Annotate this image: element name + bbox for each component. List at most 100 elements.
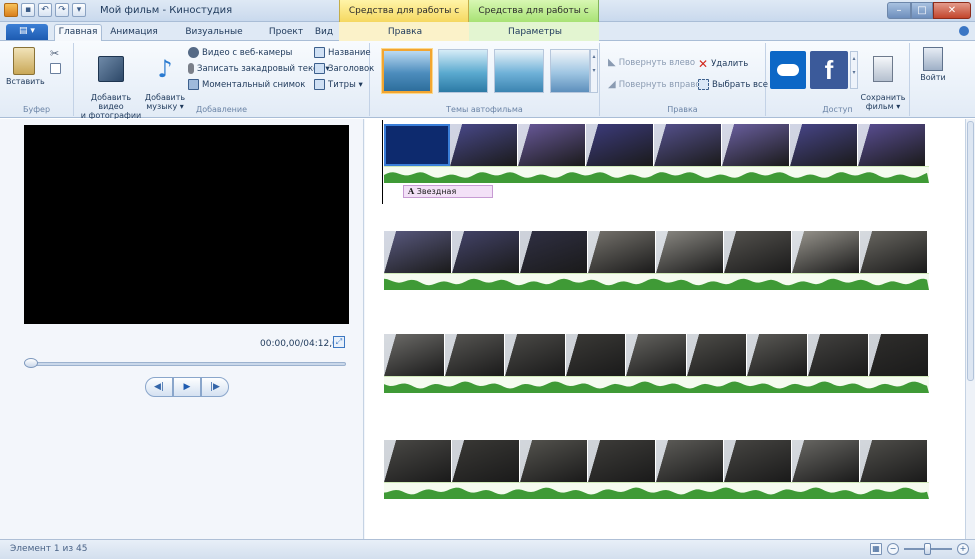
clip-thumbnail[interactable] (588, 231, 656, 273)
clip-thumbnail[interactable] (654, 124, 722, 166)
theme-thumbnail-2[interactable] (438, 49, 488, 93)
music-track[interactable] (384, 376, 929, 393)
tab-home[interactable]: Главная (54, 24, 102, 42)
clip-thumbnail[interactable] (384, 440, 452, 482)
zoom-in-icon[interactable]: + (957, 543, 969, 555)
scrollbar-thumb[interactable] (967, 121, 974, 381)
clip-thumbnail[interactable] (505, 334, 566, 376)
clip-thumbnail[interactable] (858, 124, 926, 166)
save-icon[interactable]: ▪ (21, 3, 35, 17)
minimize-button[interactable]: – (887, 2, 911, 19)
file-menu-button[interactable]: ▤ ▾ (6, 24, 48, 40)
rotate-left-button[interactable]: ◣ Повернуть влево (608, 57, 695, 68)
caption-clip[interactable]: A Звездная (403, 185, 493, 198)
delete-icon: ✕ (698, 57, 709, 71)
add-music-button[interactable]: ♪ Добавить музыку ▾ (144, 47, 186, 111)
gallery-more-button[interactable]: ▴ ▾ (590, 49, 598, 93)
clip-thumbnail[interactable] (444, 334, 506, 376)
redo-icon[interactable]: ↷ (55, 3, 69, 17)
clip-thumbnail[interactable] (868, 334, 930, 376)
clip-thumbnail[interactable] (626, 334, 687, 376)
clip-thumbnail[interactable] (518, 124, 586, 166)
theme-thumbnail-1[interactable] (382, 49, 432, 93)
theme-thumbnail-4[interactable] (550, 49, 590, 93)
app-icon[interactable] (4, 3, 18, 17)
clip-thumbnail[interactable] (520, 440, 588, 482)
clip-thumbnail[interactable] (452, 231, 520, 273)
music-track[interactable] (384, 166, 929, 183)
next-frame-button[interactable]: |▶ (201, 377, 229, 397)
seek-bar[interactable] (26, 362, 346, 366)
rotate-right-button[interactable]: ◢ Повернуть вправо (608, 79, 701, 90)
clip-thumbnail[interactable] (588, 440, 656, 482)
clip-thumbnail[interactable] (384, 231, 452, 273)
tab-options[interactable]: Параметры (500, 25, 570, 41)
zoom-out-icon[interactable]: − (887, 543, 899, 555)
snapshot-button[interactable]: Моментальный снимок (188, 79, 305, 90)
caption-label: Заголовок (328, 63, 375, 74)
clip-thumbnail[interactable] (452, 440, 520, 482)
preview-monitor[interactable] (24, 125, 349, 324)
delete-button[interactable]: ✕ Удалить (698, 57, 748, 71)
tab-view[interactable]: Вид (310, 25, 338, 41)
playhead[interactable] (382, 120, 383, 204)
share-onedrive-button[interactable] (770, 51, 806, 89)
clip-thumbnail[interactable] (860, 440, 928, 482)
clip-thumbnail[interactable] (724, 231, 792, 273)
group-add: Добавить видео и фотографии ♪ Добавить м… (74, 43, 374, 120)
maximize-button[interactable]: □ (911, 2, 933, 19)
paste-button[interactable]: Вставить (6, 47, 45, 86)
clip-thumbnail[interactable] (686, 334, 748, 376)
seek-thumb[interactable] (24, 358, 38, 368)
clip-thumbnail[interactable] (565, 334, 627, 376)
play-button[interactable]: ▶ (173, 377, 201, 397)
help-icon[interactable] (959, 26, 969, 36)
clip-thumbnail[interactable] (586, 124, 654, 166)
zoom-slider[interactable] (904, 543, 952, 555)
close-button[interactable]: ✕ (933, 2, 971, 19)
zoom-slider-thumb[interactable] (924, 543, 931, 555)
caption-button[interactable]: Заголовок (314, 63, 374, 74)
tab-project[interactable]: Проект (266, 25, 306, 41)
clip-thumbnail[interactable] (656, 231, 724, 273)
clip-thumbnail[interactable] (792, 440, 860, 482)
clip-thumbnail[interactable] (747, 334, 808, 376)
title-button[interactable]: Название (314, 47, 371, 58)
clip-thumbnail[interactable] (384, 124, 450, 166)
clip-thumbnail[interactable] (724, 440, 792, 482)
music-track[interactable] (384, 273, 929, 290)
webcam-video-button[interactable]: Видео с веб-камеры (188, 47, 292, 58)
tab-visual-effects[interactable]: Визуальные эффекты (166, 25, 262, 52)
music-track[interactable] (384, 482, 929, 499)
clip-thumbnail[interactable] (520, 231, 588, 273)
select-all-button[interactable]: Выбрать все (698, 79, 768, 90)
window-title: Мой фильм - Киностудия (100, 5, 233, 16)
tab-animation[interactable]: Анимация (106, 25, 162, 41)
snapshot-icon (188, 79, 199, 90)
theme-thumbnail-3[interactable] (494, 49, 544, 93)
share-facebook-button[interactable]: f (810, 51, 848, 89)
cut-button[interactable]: ✂ (50, 47, 59, 60)
share-more-button[interactable]: ▴ ▾ (850, 51, 858, 89)
clip-thumbnail[interactable] (722, 124, 790, 166)
clip-thumbnail[interactable] (656, 440, 724, 482)
record-narration-button[interactable]: Записать закадровый текст ▾ (188, 63, 330, 74)
sign-in-button[interactable]: Войти (916, 47, 950, 82)
select-all-icon (698, 79, 709, 90)
clip-thumbnail[interactable] (807, 334, 869, 376)
clip-thumbnail[interactable] (860, 231, 928, 273)
undo-icon[interactable]: ↶ (38, 3, 52, 17)
clip-thumbnail[interactable] (450, 124, 518, 166)
clip-thumbnail[interactable] (792, 231, 860, 273)
copy-button[interactable] (50, 63, 61, 74)
fullscreen-icon[interactable]: ⤢ (333, 336, 345, 348)
save-movie-button[interactable]: Сохранить фильм ▾ (860, 47, 906, 111)
thumbnail-size-icon[interactable]: ▦ (870, 543, 882, 555)
previous-frame-button[interactable]: ◀| (145, 377, 173, 397)
tab-edit[interactable]: Правка (375, 25, 435, 41)
clip-thumbnail[interactable] (790, 124, 858, 166)
storyboard-scrollbar[interactable] (965, 119, 975, 539)
clip-thumbnail[interactable] (384, 334, 445, 376)
credits-button[interactable]: Титры ▾ (314, 79, 363, 90)
chevron-down-icon[interactable]: ▾ (72, 3, 86, 17)
